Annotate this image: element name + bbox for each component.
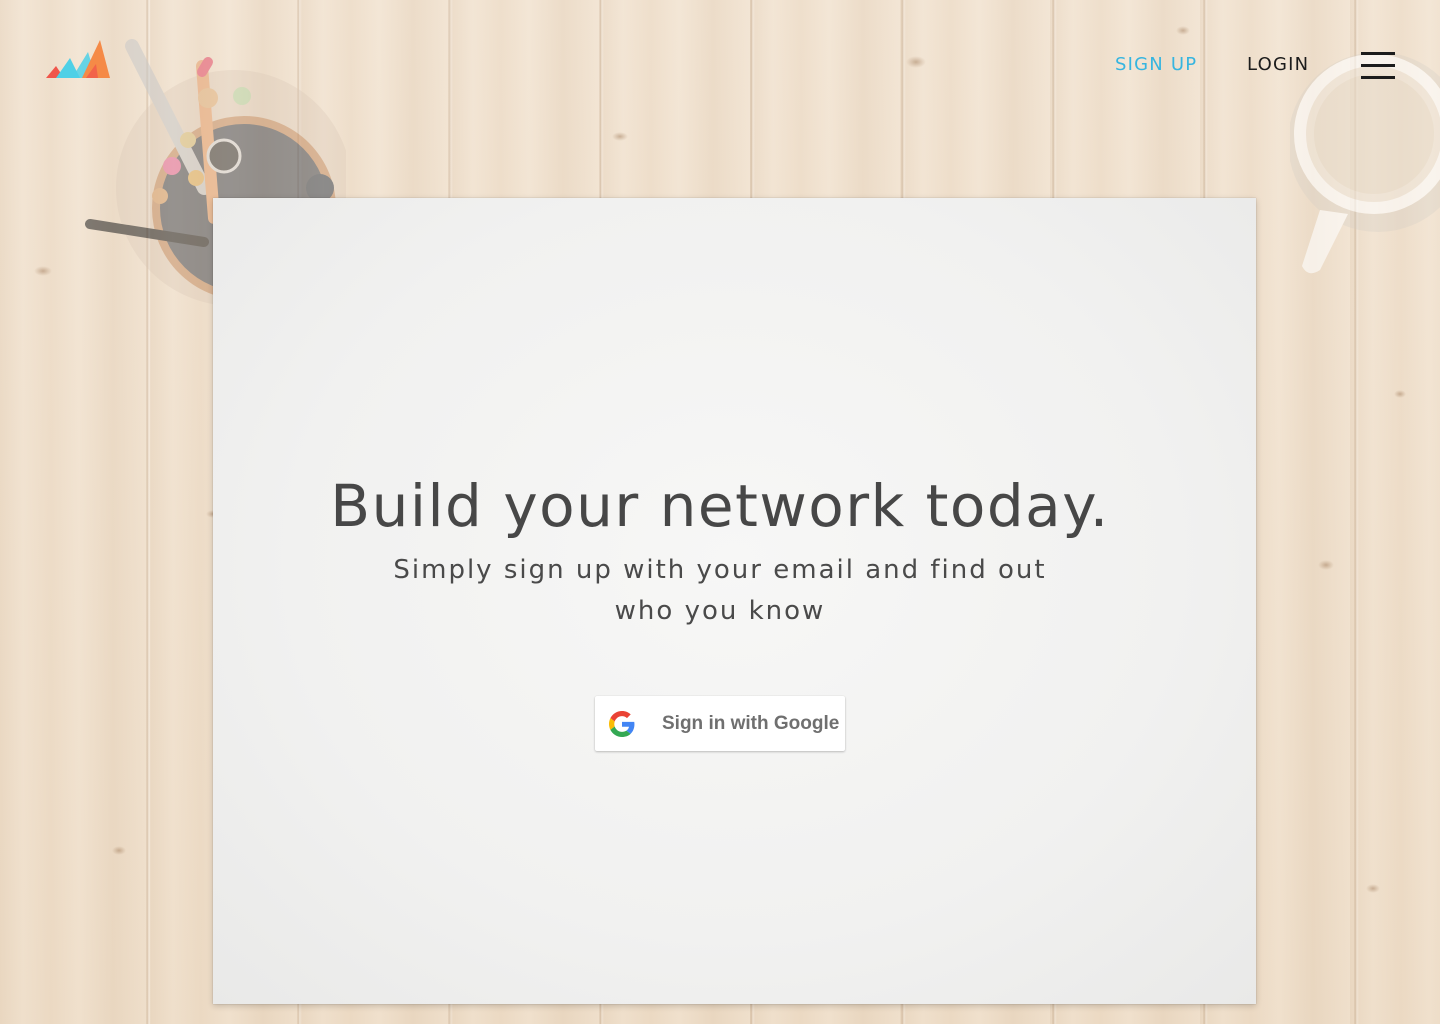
hero-subline-line-1: Simply sign up with your email and find …	[393, 555, 1047, 585]
wood-knot	[1394, 390, 1406, 398]
wood-knot	[112, 846, 126, 855]
hero-headline: Build your network today.	[330, 472, 1110, 540]
wood-knot	[1366, 884, 1380, 893]
google-sign-in-button[interactable]: Sign in with Google	[595, 696, 845, 751]
wood-knot	[906, 56, 926, 68]
menu-bar	[1361, 64, 1395, 67]
menu-bar	[1361, 52, 1395, 55]
wood-knot	[1318, 560, 1334, 570]
wood-knot	[34, 266, 52, 276]
wood-knot	[612, 132, 628, 141]
google-sign-in-label: Sign in with Google	[662, 713, 840, 734]
hero-subline-line-2: who you know	[614, 596, 826, 626]
login-link[interactable]: LOGIN	[1247, 52, 1309, 78]
hamburger-menu-icon[interactable]	[1358, 50, 1398, 84]
menu-bar	[1361, 76, 1395, 79]
hero-subline: Simply sign up with your email and find …	[380, 550, 1060, 632]
google-g-icon	[609, 711, 635, 737]
sign-up-link[interactable]: SIGN UP	[1115, 52, 1197, 78]
wood-knot	[1176, 26, 1190, 35]
